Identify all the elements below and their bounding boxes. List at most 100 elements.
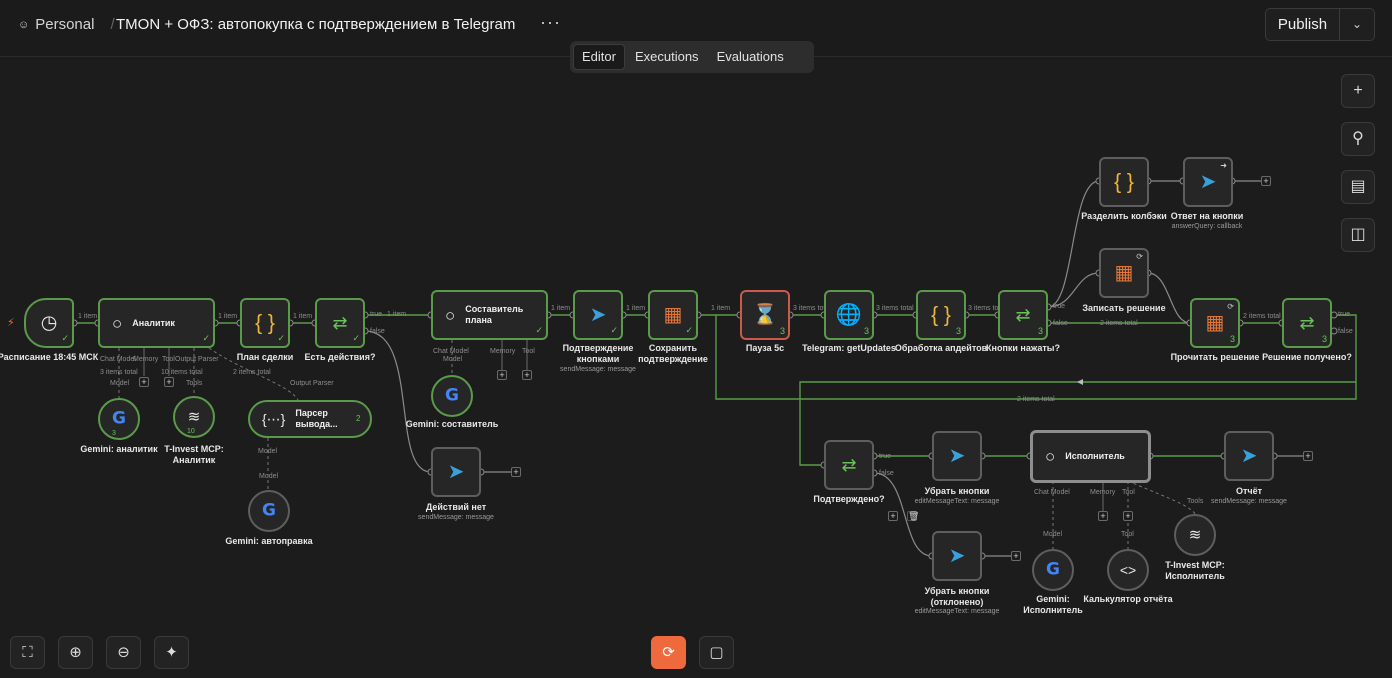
node-save-confirm[interactable]: ▦ ✓ — [648, 290, 698, 340]
edge-label-1-item: 1 item — [551, 305, 571, 312]
edge-label-1-item: 1 item — [387, 311, 407, 318]
node-pause[interactable]: ⌛ 3 — [740, 290, 790, 340]
node-report[interactable]: ➤ — [1224, 431, 1274, 481]
google-icon: G — [112, 408, 126, 429]
node-buttons-pressed[interactable]: ⇄ 3 — [998, 290, 1048, 340]
edge-label-model: Model — [1043, 531, 1063, 538]
branch-icon: ⇄ — [841, 455, 857, 475]
node-buttons-pressed-label: Кнопки нажаты? — [986, 343, 1060, 353]
node-no-actions-label: Действий нет — [425, 502, 487, 512]
node-has-actions[interactable]: ⇄ ✓ — [315, 298, 365, 348]
node-parser[interactable]: {⋯} Парсер вывода... 2 — [248, 400, 372, 438]
success-check: ✓ — [610, 325, 618, 335]
trash-icon[interactable]: 🗑 — [907, 511, 919, 521]
node-report-calc[interactable]: <> — [1107, 549, 1149, 591]
node-answer-buttons[interactable]: ➤ ➜ — [1183, 157, 1233, 207]
edge-label-tools: Tools — [1187, 498, 1204, 505]
edge-label-2-items: 2 items total — [1243, 313, 1281, 320]
node-read-decision[interactable]: ▦ ⟳ 3 — [1190, 298, 1240, 348]
edge-label-model: Model — [259, 473, 279, 480]
node-split-callbacks[interactable]: { } — [1099, 157, 1149, 207]
node-parser-label-2: вывода... — [295, 419, 338, 429]
node-plan[interactable]: { } ✓ — [240, 298, 290, 348]
port-label-memory: Memory — [133, 356, 159, 363]
node-decision-received[interactable]: ⇄ 3 — [1282, 298, 1332, 348]
node-composer[interactable]: ○ Составитель плана ✓ — [431, 290, 548, 340]
node-split-callbacks-label: Разделить колбэки — [1081, 211, 1167, 221]
port-label-model: Model — [258, 448, 278, 455]
add-node-button[interactable]: + — [888, 511, 898, 521]
executing-spinner-icon[interactable]: ⟳ — [651, 636, 686, 669]
edge-label-3-items: 3 items total — [100, 369, 138, 376]
port-label-chat-model: Chat Model — [433, 348, 469, 355]
node-gemini-composer[interactable]: G — [431, 375, 473, 417]
node-get-updates-label: Telegram: getUpdates — [802, 343, 896, 353]
add-tool-button[interactable]: + — [1123, 511, 1133, 521]
port-label-chat-model: Chat Model — [100, 356, 136, 363]
run-count: 3 — [1321, 334, 1327, 344]
add-memory-button[interactable]: + — [1098, 511, 1108, 521]
node-gemini-analyst[interactable]: G 3 — [98, 398, 140, 440]
node-remove-buttons-rejected[interactable]: ➤ — [932, 531, 982, 581]
node-get-updates[interactable]: 🌐 3 — [824, 290, 874, 340]
add-node-panel-button[interactable]: + — [1341, 74, 1375, 108]
add-node-button[interactable]: + — [1011, 551, 1021, 561]
zoom-in-icon[interactable]: ⊕ — [58, 636, 93, 669]
node-no-actions[interactable]: ➤ — [431, 447, 481, 497]
add-node-button[interactable]: + — [511, 467, 521, 477]
port-label-memory: Memory — [1090, 489, 1116, 496]
node-confirm-buttons[interactable]: ➤ ✓ — [573, 290, 623, 340]
node-tinvest-executor[interactable]: ≋ — [1174, 514, 1216, 556]
success-check: ✓ — [277, 333, 285, 343]
success-check: ✓ — [61, 333, 69, 343]
edge-label-tools: Tools — [186, 380, 203, 387]
node-analyst[interactable]: ○ Аналитик ✓ — [98, 298, 215, 348]
zoom-out-icon[interactable]: ⊖ — [106, 636, 141, 669]
add-node-button[interactable]: + — [1261, 176, 1271, 186]
table-icon: ▦ — [663, 304, 683, 326]
node-plan-label: План сделки — [236, 352, 294, 362]
edge-label-1-item: 1 item — [78, 313, 98, 320]
node-tinvest-analyst[interactable]: ≋ 10 — [173, 396, 215, 438]
edge-label-true: true — [879, 453, 892, 460]
node-answer-buttons-sub: answerQuery: callback — [1171, 223, 1243, 230]
node-has-actions-label: Есть действия? — [304, 352, 376, 362]
node-no-actions-sub: sendMessage: message — [418, 514, 494, 521]
node-schedule[interactable]: ◷ ✓ — [24, 298, 74, 348]
tidy-up-icon[interactable]: ✦ — [154, 636, 189, 669]
google-icon: G — [1046, 559, 1060, 580]
node-executor[interactable]: ○ Исполнитель — [1030, 430, 1151, 483]
port-label-tool: Tool — [1122, 489, 1135, 496]
branch-icon: ⇄ — [1299, 313, 1315, 333]
google-icon: G — [445, 385, 459, 406]
node-remove-buttons[interactable]: ➤ — [932, 431, 982, 481]
search-icon[interactable]: ⚲ — [1341, 122, 1375, 156]
add-memory-button[interactable]: + — [139, 377, 149, 387]
node-confirmed[interactable]: ⇄ — [824, 440, 874, 490]
add-tool-button[interactable]: + — [522, 370, 532, 380]
node-pause-label: Пауза 5с — [745, 343, 785, 353]
add-node-button[interactable]: + — [1303, 451, 1313, 461]
node-gemini-autofix[interactable]: G — [248, 490, 290, 532]
sticky-note-icon[interactable]: ▤ — [1341, 170, 1375, 204]
fit-view-icon[interactable]: ⛶ — [10, 636, 45, 669]
add-memory-button[interactable]: + — [497, 370, 507, 380]
node-process-updates[interactable]: { } 3 — [916, 290, 966, 340]
mcp-icon: ≋ — [1188, 526, 1202, 544]
edge-label-true: true — [1053, 303, 1066, 310]
braces-icon: { } — [255, 311, 275, 335]
workflow-canvas[interactable] — [0, 57, 1392, 678]
node-write-decision-label: Записать решение — [1082, 303, 1166, 313]
port-label-output-parser: Output Parser — [175, 356, 219, 363]
sidebar-toggle-icon[interactable]: ◫ — [1341, 218, 1375, 252]
robot-icon: ○ — [445, 305, 456, 325]
node-save-confirm-label: Сохранить — [648, 343, 698, 353]
edge-label-tool: Tool — [1121, 531, 1134, 538]
success-check: ✓ — [352, 333, 360, 343]
run-count: 3 — [779, 326, 785, 336]
stop-icon[interactable]: ▢ — [699, 636, 734, 669]
node-gemini-executor[interactable]: G — [1032, 549, 1074, 591]
node-write-decision[interactable]: ▦ ⟳ — [1099, 248, 1149, 298]
add-tool-button[interactable]: + — [164, 377, 174, 387]
edge-label-2-items: 2 items total — [233, 369, 271, 376]
